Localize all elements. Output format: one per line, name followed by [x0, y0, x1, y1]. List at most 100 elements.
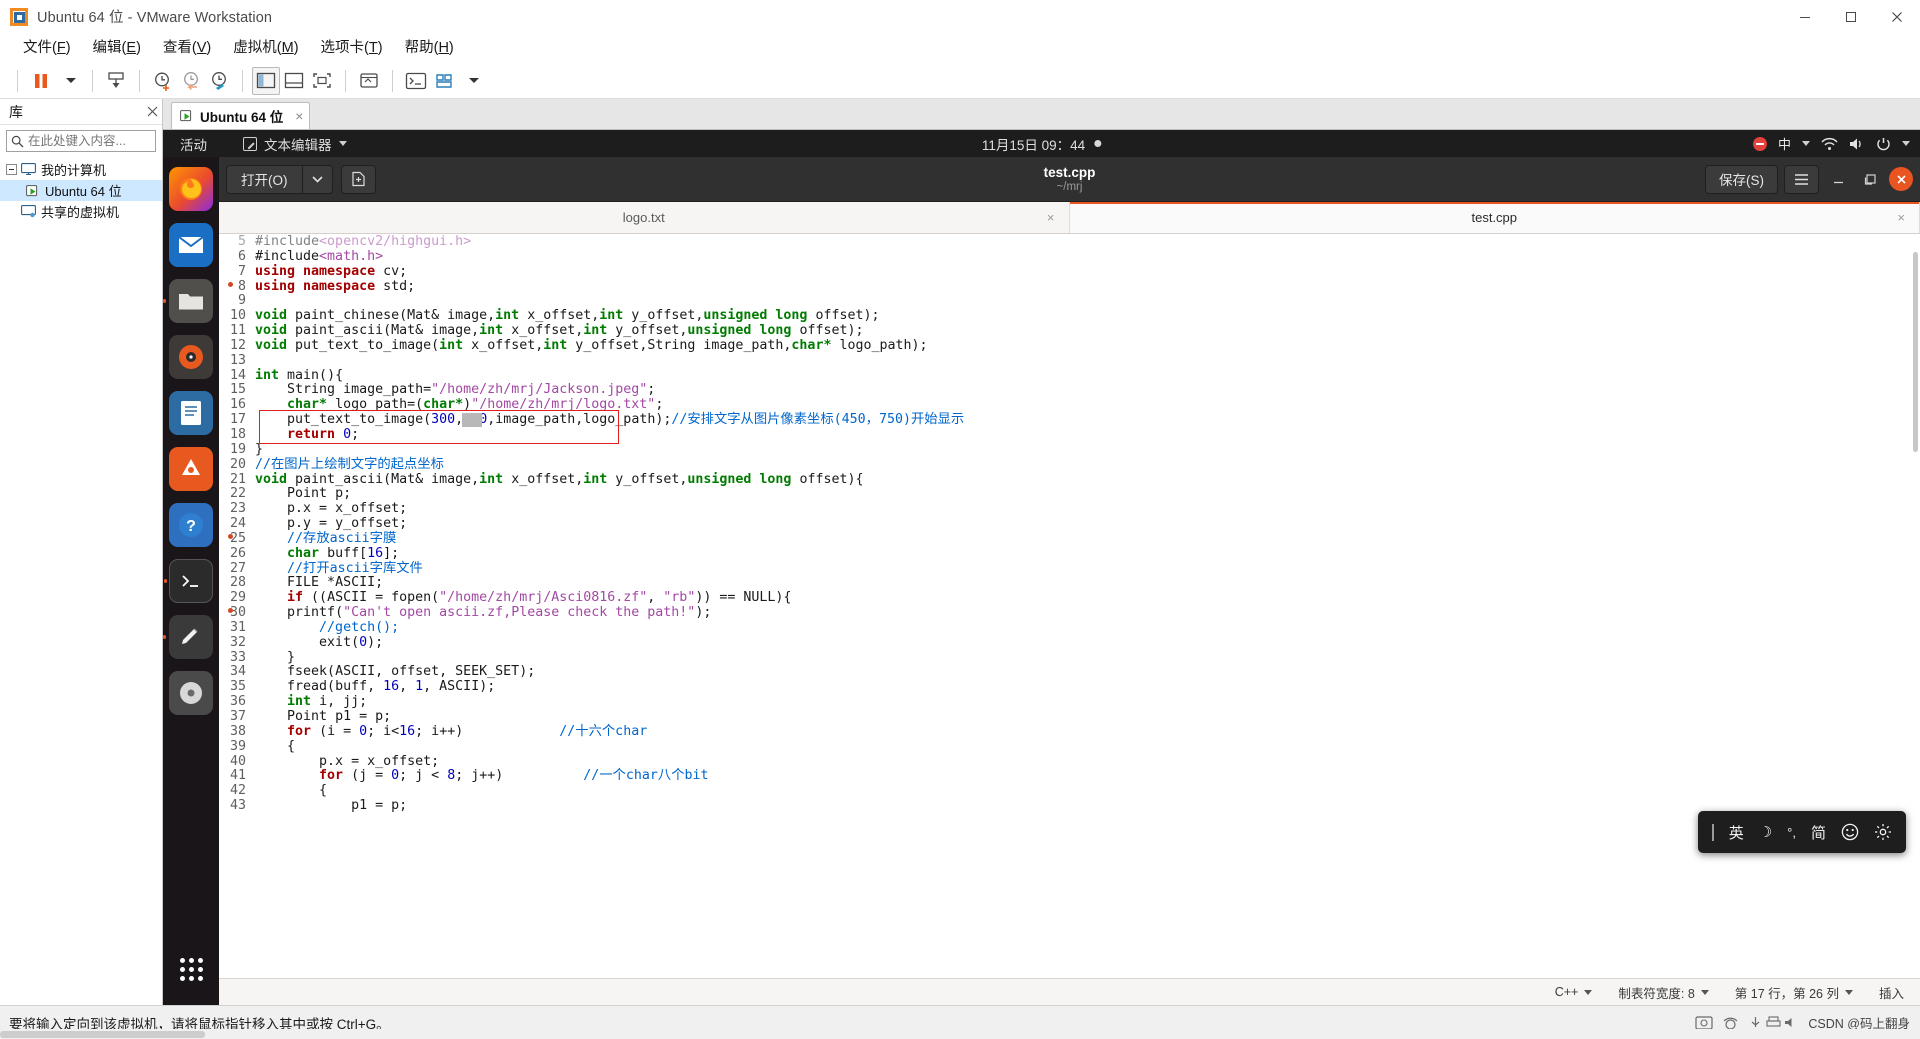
code-line[interactable]: 24 p.y = y_offset; [219, 516, 1920, 532]
network-adapter-icon[interactable] [1722, 1016, 1739, 1030]
ime-floating-bar[interactable]: 英 ☽ °, 简 [1697, 811, 1906, 853]
code-editor-area[interactable]: 5 #include<opencv2/highgui.h> 6 #include<ma… [219, 234, 1920, 978]
language-selector[interactable]: C++ [1555, 985, 1593, 999]
save-button[interactable]: 保存(S) [1705, 164, 1778, 194]
code-line[interactable]: 5 #include<opencv2/highgui.h> [219, 234, 1920, 250]
code-line[interactable]: 38 for (i = 0; i<16; i++) //十六个char [219, 724, 1920, 740]
layout-icon[interactable] [430, 67, 458, 95]
vm-tab-ubuntu64[interactable]: Ubuntu 64 位 × [171, 102, 311, 129]
pause-icon[interactable] [27, 67, 55, 95]
code-line[interactable]: 22 Point p; [219, 486, 1920, 502]
fullscreen-icon[interactable] [308, 67, 336, 95]
new-document-button[interactable] [340, 164, 376, 194]
source-code[interactable]: 5 #include<opencv2/highgui.h> 6 #include<ma… [219, 234, 1920, 978]
code-line[interactable]: 11 void paint_ascii(Mat& image,int x_offs… [219, 323, 1920, 339]
chevron-down-icon[interactable] [1902, 141, 1910, 146]
code-line[interactable]: 12 void put_text_to_image(int x_offset,in… [219, 338, 1920, 354]
ime-simplified-label[interactable]: 简 [1811, 822, 1826, 843]
code-line[interactable]: 31 //getch(); [219, 620, 1920, 636]
code-line[interactable]: 42 { [219, 783, 1920, 799]
layout-dropdown-caret-icon[interactable] [458, 67, 486, 95]
usb-icon[interactable] [1748, 1016, 1763, 1029]
menu-view[interactable]: 查看(V) [152, 35, 222, 61]
hard-disk-icon[interactable] [1695, 1015, 1714, 1030]
tree-item-my-computer[interactable]: 我的计算机 [0, 159, 162, 180]
hamburger-menu-button[interactable] [1784, 164, 1819, 194]
sound-icon[interactable] [1784, 1016, 1799, 1029]
gedit-close-button[interactable] [1889, 167, 1913, 191]
volume-icon[interactable] [1849, 137, 1865, 151]
code-line[interactable]: 13 [219, 353, 1920, 369]
text-editor-icon[interactable] [163, 615, 213, 659]
ime-drag-handle[interactable] [1711, 823, 1714, 841]
code-line[interactable]: 20 //在图片上绘制文字的起点坐标 [219, 457, 1920, 473]
gnome-app-menu[interactable]: 文本编辑器 [243, 134, 347, 154]
ime-mode-label[interactable]: 英 [1729, 822, 1744, 843]
network-icon[interactable] [1821, 137, 1838, 151]
show-thumbnails-icon[interactable] [280, 67, 308, 95]
minimize-button[interactable] [1782, 0, 1828, 33]
gedit-minimize-button[interactable] [1825, 166, 1851, 192]
library-close-icon[interactable] [147, 106, 158, 117]
rhythmbox-icon[interactable] [169, 335, 213, 379]
console-view-icon[interactable] [402, 67, 430, 95]
code-line[interactable]: 15 String image_path="/home/zh/mrj/Jacks… [219, 383, 1920, 398]
ime-indicator-label[interactable]: 中 [1778, 134, 1791, 153]
settings-icon[interactable] [1874, 823, 1892, 841]
tab-close-icon[interactable]: × [1047, 210, 1055, 225]
gedit-maximize-button[interactable] [1857, 166, 1883, 192]
moon-icon[interactable]: ☽ [1759, 823, 1772, 841]
library-search[interactable] [6, 130, 156, 152]
pause-dropdown-caret-icon[interactable] [55, 67, 83, 95]
code-line[interactable]: 41 for (j = 0; j < 8; j++) //一个char八个bit [219, 768, 1920, 784]
maximize-button[interactable] [1828, 0, 1874, 33]
code-line[interactable]: 37 Point p1 = p; [219, 709, 1920, 725]
ubuntu-software-icon[interactable] [169, 447, 213, 491]
menu-vm[interactable]: 虚拟机(M) [222, 35, 309, 61]
code-line[interactable]: 27 //打开ascii字库文件 [219, 561, 1920, 577]
code-line[interactable]: 16 char* logo_path=(char*)"/home/zh/mrj/… [219, 397, 1920, 413]
code-line[interactable]: 23 p.x = x_offset; [219, 501, 1920, 517]
tree-item-shared-vms[interactable]: 共享的虚拟机 [0, 201, 162, 222]
record-icon[interactable] [1752, 136, 1767, 151]
snapshot-manager-icon[interactable] [205, 67, 233, 95]
code-line[interactable]: 26 char buff[16]; [219, 546, 1920, 562]
printer-icon[interactable] [1766, 1016, 1781, 1029]
code-line[interactable]: 43 p1 = p; [219, 798, 1920, 814]
expander-icon[interactable] [6, 164, 17, 175]
tab-test-cpp[interactable]: test.cpp × [1069, 202, 1920, 233]
tab-logo-txt[interactable]: logo.txt × [219, 202, 1070, 233]
code-line[interactable]: 7 using namespace cv; [219, 264, 1920, 280]
snapshot-take-icon[interactable] [149, 67, 177, 95]
emoji-icon[interactable] [1841, 823, 1859, 841]
libreoffice-writer-icon[interactable] [169, 391, 213, 435]
code-line[interactable]: 9 [219, 294, 1920, 309]
unity-mode-icon[interactable] [355, 67, 383, 95]
snapshot-revert-icon[interactable] [177, 67, 205, 95]
activities-button[interactable]: 活动 [180, 134, 207, 154]
tree-item-ubuntu64[interactable]: Ubuntu 64 位 [0, 180, 162, 201]
code-line[interactable]: 21 void paint_ascii(Mat& image,int x_offs… [219, 472, 1920, 488]
code-line[interactable]: 34 fseek(ASCII, offset, SEEK_SET); [219, 665, 1920, 680]
code-line[interactable]: 25 //存放ascii字膜 [219, 531, 1920, 547]
horizontal-scrollbar[interactable] [0, 1029, 1920, 1039]
menu-tabs[interactable]: 选项卡(T) [310, 35, 394, 61]
code-line[interactable]: 6 #include<math.h> [219, 249, 1920, 265]
menu-edit[interactable]: 编辑(E) [82, 35, 152, 61]
files-icon[interactable] [163, 279, 213, 323]
cursor-position[interactable]: 第 17 行，第 26 列 [1735, 983, 1853, 1002]
punctuation-icon[interactable]: °, [1787, 825, 1796, 840]
search-input[interactable] [28, 134, 151, 148]
code-line[interactable]: 18 return 0; [219, 427, 1920, 443]
open-dropdown-button[interactable] [301, 164, 333, 194]
code-line[interactable]: 39 { [219, 739, 1920, 755]
gnome-clock[interactable]: 11月15日 09：44 [982, 134, 1102, 154]
gnome-status-area[interactable]: 中 [1752, 134, 1910, 153]
code-line[interactable]: 10 void paint_chinese(Mat& image,int x_of… [219, 308, 1920, 324]
vertical-scrollbar[interactable] [1911, 234, 1920, 978]
firefox-icon[interactable] [169, 167, 213, 211]
terminal-icon[interactable] [164, 559, 213, 603]
code-line[interactable]: 35 fread(buff, 16, 1, ASCII); [219, 679, 1920, 695]
help-icon[interactable]: ? [169, 503, 213, 547]
close-button[interactable] [1874, 0, 1920, 33]
